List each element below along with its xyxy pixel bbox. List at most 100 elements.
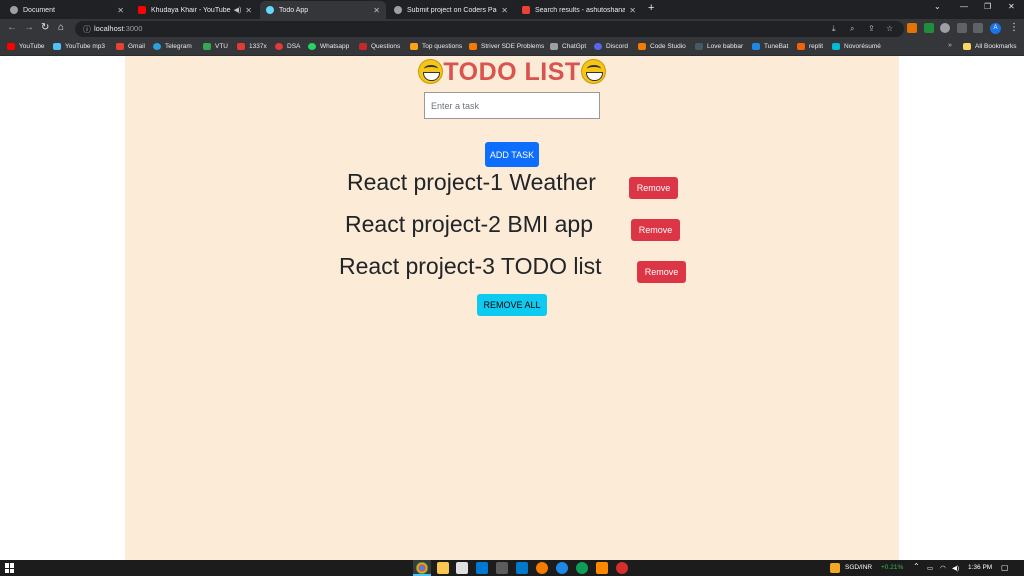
gmail-icon [116,43,124,50]
side-panel-icon[interactable] [973,23,983,33]
new-tab-icon[interactable]: + [648,2,654,14]
chrome-icon[interactable] [416,562,428,574]
forward-icon[interactable]: → [24,22,34,33]
app-icon[interactable] [536,562,548,574]
add-task-button[interactable]: ADD TASK [485,142,539,167]
share-icon[interactable]: ⇪ [868,24,875,33]
bookmark-vtu[interactable]: VTU [203,43,228,50]
tab-search-chevron-icon[interactable]: ⌄ [934,2,941,11]
remove-button[interactable]: Remove [637,261,686,283]
install-app-icon[interactable]: ⤓ [832,24,836,34]
x-icon [237,43,245,50]
back-icon[interactable]: ← [7,22,17,33]
close-icon[interactable]: ✕ [245,6,252,15]
store-icon[interactable] [456,562,468,574]
bookmark-label: Questions [371,43,401,50]
puzzle-icon[interactable] [940,23,950,33]
media-player-icon[interactable] [616,562,628,574]
chevron-up-icon[interactable]: ⌃ [913,562,920,571]
globe-icon [394,6,402,14]
url-text[interactable]: localhost:3000 [94,24,142,33]
replit-icon [797,43,805,50]
windows-start-icon[interactable] [5,563,15,573]
notifications-icon[interactable]: ▢ [1001,563,1009,572]
edge-icon[interactable] [576,562,588,574]
react-icon [266,6,274,14]
bookmark-love-babbar[interactable]: Love babbar [695,43,743,50]
bookmark-striver[interactable]: Striver SDE Problems [469,43,544,50]
reading-list-icon[interactable] [957,23,967,33]
all-bookmarks-folder[interactable]: All Bookmarks [963,43,1017,50]
task-input[interactable] [424,92,600,119]
close-icon[interactable]: ✕ [373,6,380,15]
kebab-menu-icon[interactable]: ⋮ [1009,22,1019,33]
address-bar[interactable]: ⓘ localhost:3000 ⤓ ⌕ ⇪ ☆ [75,21,904,37]
bookmark-star-icon[interactable]: ☆ [886,24,893,33]
vlc-icon[interactable] [596,562,608,574]
whatsapp-icon [308,43,316,50]
bookmark-tunebat[interactable]: TuneBat [752,43,788,50]
mail-icon[interactable] [476,562,488,574]
speaker-icon[interactable]: ◀) [234,6,242,14]
leetcode-icon [410,43,418,50]
profile-avatar[interactable]: A [990,23,1001,34]
dsa-icon [275,43,283,50]
reload-icon[interactable]: ↻ [41,22,49,33]
bookmark-replit[interactable]: replit [797,43,823,50]
tab-coders-packet[interactable]: Submit project on Coders Packe ✕ [388,1,514,19]
tab-document[interactable]: Document ✕ [4,1,130,19]
tab-gmail-search[interactable]: Search results - ashutoshanand ✕ [516,1,642,19]
browser-toolbar: ← → ↻ ⌂ ⓘ localhost:3000 ⤓ ⌕ ⇪ ☆ A ⋮ [0,19,1024,39]
bookmark-youtube-mp3[interactable]: YouTube mp3 [53,43,105,50]
remove-button[interactable]: Remove [631,219,680,241]
clock[interactable]: 1:36 PM [968,564,992,571]
close-icon[interactable]: ✕ [629,6,636,15]
app-icon[interactable] [496,562,508,574]
bookmark-discord[interactable]: Discord [594,43,628,50]
bookmark-1337x[interactable]: 1337x [237,43,267,50]
close-icon[interactable]: ✕ [117,6,124,15]
file-explorer-icon[interactable] [437,562,449,574]
bookmark-top-questions[interactable]: Top questions [410,43,462,50]
remove-all-button[interactable]: REMOVE ALL [477,294,547,316]
bookmark-youtube[interactable]: YouTube [7,43,45,50]
bookmark-label: VTU [215,43,228,50]
remove-button[interactable]: Remove [629,177,678,199]
ticker-symbol[interactable]: SGD/INR [845,564,872,571]
drive-icon [203,43,211,50]
bookmark-code-studio[interactable]: Code Studio [638,43,686,50]
more-bookmarks-icon[interactable]: » [948,42,952,49]
zoom-icon[interactable]: ⌕ [850,24,854,34]
extension-icon[interactable] [924,23,934,33]
bookmark-label: TuneBat [764,43,789,50]
bookmark-telegram[interactable]: Telegram [153,43,192,50]
bookmark-whatsapp[interactable]: Whatsapp [308,43,349,50]
tab-todo-app[interactable]: Todo App ✕ [260,1,386,19]
restore-icon[interactable]: ❐ [984,2,991,11]
discord-icon [594,43,602,50]
tab-youtube[interactable]: Khudaya Khair - YouTube ◀) ✕ [132,1,258,19]
site-info-icon[interactable]: ⓘ [83,24,91,35]
wifi-icon[interactable]: ◠ [940,564,946,572]
close-window-icon[interactable]: ✕ [1008,2,1015,11]
bookmark-label: YouTube [19,43,45,50]
bookmark-novoresume[interactable]: Novorésumé [832,43,881,50]
bookmark-chatgpt[interactable]: ChatGpt [550,43,586,50]
minimize-icon[interactable]: — [960,2,968,11]
bookmark-dsa[interactable]: DSA [275,43,300,50]
extension-icon[interactable] [907,23,917,33]
battery-icon[interactable]: ▭ [927,564,933,572]
page-title: TODO LIST [125,58,899,87]
close-icon[interactable]: ✕ [501,6,508,15]
chatgpt-icon [550,43,558,50]
bookmark-questions[interactable]: Questions [359,43,400,50]
app-icon[interactable] [556,562,568,574]
document-icon [359,43,367,50]
home-icon[interactable]: ⌂ [58,22,64,33]
title-text: TODO LIST [443,58,581,86]
vscode-icon[interactable] [516,562,528,574]
volume-icon[interactable]: ◀) [952,564,959,572]
bookmark-gmail[interactable]: Gmail [116,43,145,50]
bookmark-label: Top questions [422,43,463,50]
tunebat-icon [752,43,760,50]
